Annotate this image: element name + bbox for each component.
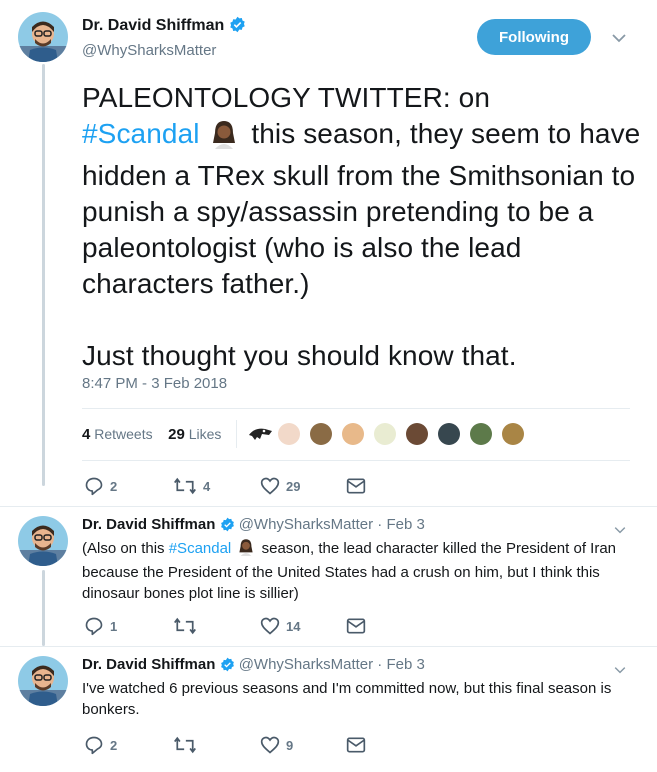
like-button[interactable]: 9	[260, 735, 293, 755]
divider	[0, 506, 657, 507]
thread-line	[42, 570, 45, 646]
avatar[interactable]	[18, 12, 68, 62]
likes-count[interactable]: 29	[168, 426, 185, 443]
timestamp[interactable]: 8:47 PM - 3 Feb 2018	[82, 375, 227, 392]
direct-message-button[interactable]	[346, 617, 366, 635]
woman-emoji-icon	[211, 119, 237, 158]
divider	[82, 460, 630, 461]
chevron-down-icon[interactable]	[614, 521, 626, 539]
retweets-label[interactable]: Retweets	[94, 426, 152, 442]
direct-message-button[interactable]	[346, 477, 366, 495]
hashtag-link[interactable]: #Scandal	[169, 540, 232, 557]
author-name[interactable]: Dr. David Shiffman	[82, 17, 224, 34]
author-name[interactable]: Dr. David Shiffman	[82, 516, 215, 533]
retweet-icon	[174, 736, 196, 754]
like-button[interactable]: 29	[260, 476, 300, 496]
tweet-text-lead: PALEONTOLOGY TWITTER: on	[82, 82, 490, 113]
liker-avatar[interactable]	[438, 423, 460, 445]
envelope-icon	[346, 478, 366, 494]
retweet-icon	[174, 617, 196, 635]
reply-button[interactable]: 1	[84, 616, 117, 636]
retweet-icon	[174, 477, 196, 495]
tweet-text-second: Just thought you should know that.	[82, 340, 517, 371]
author-handle[interactable]: @WhySharksMatter	[239, 516, 373, 533]
avatar[interactable]	[18, 516, 68, 566]
reply-text: (Also on this #Scandal season, the lead …	[82, 538, 632, 604]
reply-text: I've watched 6 previous seasons and I'm …	[82, 680, 612, 718]
reply-date[interactable]: · Feb 3	[377, 656, 425, 673]
reply-button[interactable]: 2	[84, 735, 117, 755]
reply-count: 1	[110, 618, 118, 634]
divider	[82, 408, 630, 409]
like-count: 9	[286, 737, 294, 753]
author-name-row[interactable]: Dr. David Shiffman	[82, 16, 246, 38]
reply-text-lead: (Also on this	[82, 540, 165, 557]
reply-header[interactable]: Dr. David Shiffman @WhySharksMatter · Fe…	[82, 656, 425, 676]
reply-icon	[85, 617, 103, 636]
envelope-icon	[346, 618, 366, 634]
liker-avatar[interactable]	[278, 423, 300, 445]
engagement-stats: 4 Retweets 29 Likes	[82, 426, 221, 443]
like-count: 14	[286, 618, 301, 634]
thread-line	[42, 64, 45, 486]
like-button[interactable]: 14	[260, 616, 300, 636]
retweet-button[interactable]	[173, 735, 203, 755]
retweet-count: 4	[203, 478, 211, 494]
liker-avatar[interactable]	[406, 423, 428, 445]
reply-count: 2	[110, 737, 118, 753]
following-button[interactable]: Following	[477, 19, 591, 55]
woman-emoji-icon	[238, 538, 254, 562]
heart-icon	[260, 736, 280, 754]
like-count: 29	[286, 478, 301, 494]
likes-label[interactable]: Likes	[189, 426, 222, 442]
reply-icon	[85, 736, 103, 755]
reply-header[interactable]: Dr. David Shiffman @WhySharksMatter · Fe…	[82, 516, 425, 536]
reply-count: 2	[110, 478, 118, 494]
retweets-count[interactable]: 4	[82, 426, 90, 443]
direct-message-button[interactable]	[346, 736, 366, 754]
liker-avatar[interactable]	[374, 423, 396, 445]
reply-date[interactable]: · Feb 3	[377, 516, 425, 533]
avatar[interactable]	[18, 656, 68, 706]
chevron-down-icon[interactable]	[612, 30, 626, 48]
chevron-down-icon[interactable]	[614, 661, 626, 679]
retweet-button[interactable]: 4	[173, 476, 210, 496]
liker-avatar[interactable]	[470, 423, 492, 445]
hashtag-link[interactable]: #Scandal	[82, 118, 200, 149]
retweet-button[interactable]	[173, 616, 203, 636]
envelope-icon	[346, 737, 366, 753]
liker-avatar[interactable]	[502, 423, 524, 445]
heart-icon	[260, 477, 280, 495]
author-handle[interactable]: @WhySharksMatter	[82, 42, 216, 59]
reply-icon	[85, 477, 103, 496]
liker-avatar[interactable]	[310, 423, 332, 445]
tweet-text: PALEONTOLOGY TWITTER: on #Scandal this s…	[82, 80, 642, 374]
divider	[0, 646, 657, 647]
author-name[interactable]: Dr. David Shiffman	[82, 656, 215, 673]
heart-icon	[260, 617, 280, 635]
reply-button[interactable]: 2	[84, 476, 117, 496]
verified-badge-icon	[220, 517, 235, 536]
stats-divider	[236, 420, 237, 448]
liker-avatar[interactable]	[342, 423, 364, 445]
verified-badge-icon	[220, 657, 235, 676]
author-handle[interactable]: @WhySharksMatter	[239, 656, 373, 673]
verified-badge-icon	[229, 16, 246, 38]
liker-avatar-dinosaur[interactable]	[247, 425, 273, 448]
